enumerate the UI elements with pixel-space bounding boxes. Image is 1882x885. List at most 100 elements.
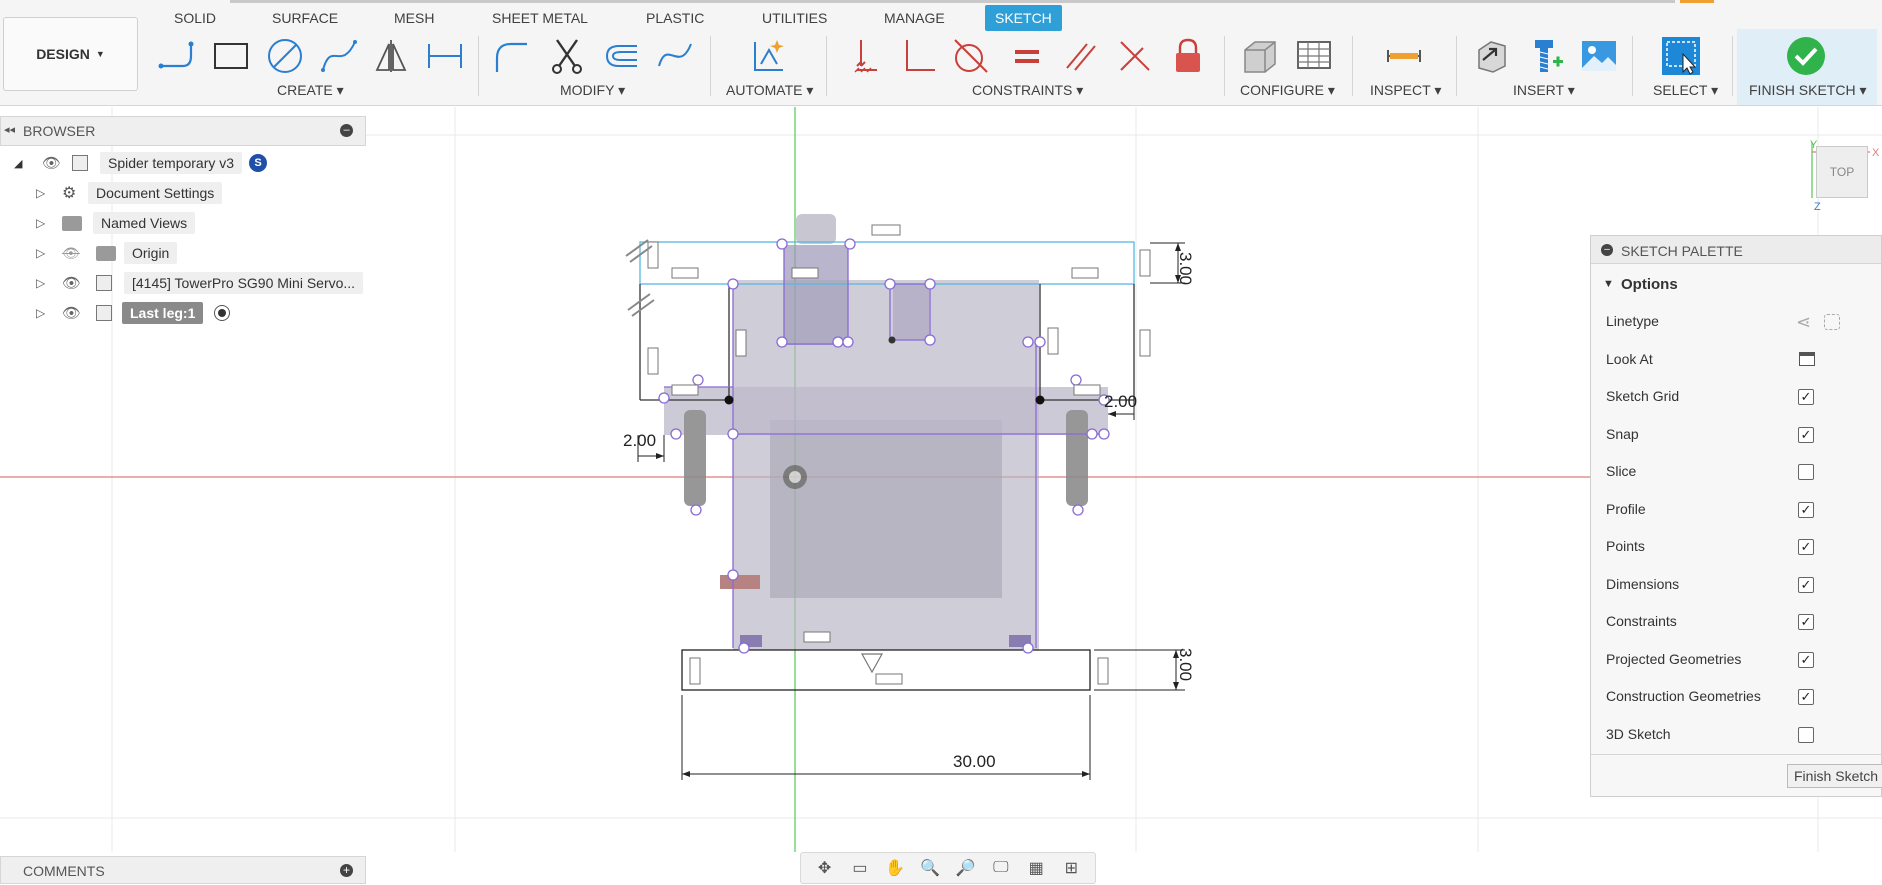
- finish-sketch-button[interactable]: Finish Sketch: [1787, 764, 1882, 788]
- expand-arrow-icon[interactable]: ▷: [36, 186, 45, 200]
- dimension-bottom-height[interactable]: 3.00: [1176, 648, 1195, 681]
- zoom-window-icon[interactable]: 🔎: [953, 857, 979, 879]
- constraints-checkbox[interactable]: ✓: [1798, 614, 1814, 630]
- comments-panel: COMMENTS +: [0, 856, 366, 884]
- insert-menu[interactable]: INSERT ▾: [1513, 82, 1575, 99]
- coincident-constraint-icon[interactable]: [1114, 35, 1156, 77]
- palette-row-projected-geometries: Projected Geometries ✓: [1606, 648, 1866, 672]
- viewports-icon[interactable]: ⊞: [1058, 857, 1084, 879]
- insert-mcmaster-bolt-icon[interactable]: [1524, 35, 1566, 77]
- measure-icon[interactable]: [1383, 35, 1425, 77]
- automate-menu[interactable]: AUTOMATE ▾: [726, 82, 813, 99]
- lock-icon[interactable]: [1167, 35, 1209, 77]
- tab-surface[interactable]: SURFACE: [262, 5, 348, 31]
- display-settings-icon[interactable]: 🖵: [988, 857, 1014, 879]
- perpendicular-constraint-icon[interactable]: [898, 35, 940, 77]
- eye-icon[interactable]: 👁: [62, 274, 81, 292]
- rectangle-tool-icon[interactable]: [210, 35, 252, 77]
- tab-solid[interactable]: SOLID: [164, 5, 226, 31]
- tab-utilities[interactable]: UTILITIES: [752, 5, 837, 31]
- line-tool-icon[interactable]: [156, 35, 198, 77]
- fillet-tool-icon[interactable]: [490, 35, 532, 77]
- circle-tool-icon[interactable]: [264, 35, 306, 77]
- configure-table-icon[interactable]: [1293, 35, 1335, 77]
- palette-minimize-icon[interactable]: –: [1601, 244, 1613, 256]
- expand-arrow-icon[interactable]: ▷: [36, 216, 45, 230]
- workspace-switcher-button[interactable]: DESIGN ▼: [3, 17, 138, 91]
- collapse-panel-icon[interactable]: ◂◂: [4, 123, 15, 136]
- select-window-icon[interactable]: [1660, 35, 1702, 77]
- construction-geometries-checkbox[interactable]: ✓: [1798, 689, 1814, 705]
- view-cube[interactable]: TOP: [1816, 146, 1868, 198]
- expand-triangle-icon[interactable]: ◢: [14, 157, 22, 170]
- expand-arrow-icon[interactable]: ▷: [36, 276, 45, 290]
- collapse-triangle-icon[interactable]: ▼: [1603, 278, 1614, 290]
- palette-row-slice: Slice: [1606, 460, 1866, 484]
- dimension-bottom-width[interactable]: 30.00: [953, 752, 996, 771]
- expand-arrow-icon[interactable]: ▷: [36, 246, 45, 260]
- add-comment-icon[interactable]: +: [340, 864, 353, 877]
- linetype-construction-icon[interactable]: [1824, 314, 1840, 330]
- inspect-menu[interactable]: INSPECT ▾: [1370, 82, 1441, 99]
- insert-derive-icon[interactable]: [1470, 35, 1512, 77]
- tab-manage[interactable]: MANAGE: [874, 5, 955, 31]
- eye-hidden-icon[interactable]: 👁: [62, 245, 80, 262]
- dimensions-checkbox[interactable]: ✓: [1798, 577, 1814, 593]
- fix-constraint-icon[interactable]: [846, 35, 888, 77]
- dimension-left-offset[interactable]: 2.00: [623, 431, 656, 450]
- modify-menu[interactable]: MODIFY ▾: [560, 82, 625, 99]
- select-menu[interactable]: SELECT ▾: [1653, 82, 1718, 99]
- activate-radio-icon[interactable]: [214, 305, 230, 321]
- expand-arrow-icon[interactable]: ▷: [36, 306, 45, 320]
- tab-mesh[interactable]: MESH: [384, 5, 444, 31]
- look-at-icon[interactable]: ▭: [847, 857, 873, 879]
- snap-checkbox[interactable]: ✓: [1798, 427, 1814, 443]
- trim-scissors-icon[interactable]: [546, 35, 588, 77]
- pan-hand-icon[interactable]: ✋: [882, 857, 908, 879]
- mirror-tool-icon[interactable]: [370, 35, 412, 77]
- tab-sheet-metal[interactable]: SHEET METAL: [482, 5, 598, 31]
- create-menu[interactable]: CREATE ▾: [277, 82, 344, 99]
- curve-tool-icon[interactable]: [654, 35, 696, 77]
- tangent-constraint-icon[interactable]: [950, 35, 992, 77]
- palette-row-label: Projected Geometries: [1606, 651, 1742, 667]
- browser-minimize-icon[interactable]: –: [340, 124, 353, 137]
- spline-tool-icon[interactable]: [318, 35, 360, 77]
- configure-box-icon[interactable]: [1238, 35, 1280, 77]
- chevron-down-icon: ▼: [95, 49, 105, 59]
- component-icon: [72, 155, 88, 171]
- finish-sketch-check-icon[interactable]: [1785, 35, 1827, 77]
- palette-row-label: Points: [1606, 538, 1645, 554]
- insert-canvas-image-icon[interactable]: [1578, 35, 1620, 77]
- finish-sketch-menu[interactable]: FINISH SKETCH ▾: [1749, 82, 1866, 99]
- zoom-icon[interactable]: 🔍: [917, 857, 943, 879]
- eye-icon[interactable]: 👁: [42, 154, 61, 172]
- navigation-bar: ✥ ▭ ✋ 🔍 🔎 🖵 ▦ ⊞: [800, 852, 1096, 884]
- orbit-icon[interactable]: ✥: [812, 857, 838, 879]
- equal-constraint-icon[interactable]: [1006, 35, 1048, 77]
- dimension-top-height[interactable]: 3.00: [1176, 252, 1195, 285]
- parallel-constraint-icon[interactable]: [1060, 35, 1102, 77]
- dimension-right-offset[interactable]: 2.00: [1104, 392, 1137, 411]
- constraints-menu[interactable]: CONSTRAINTS ▾: [972, 82, 1083, 99]
- dimension-tool-icon[interactable]: [424, 35, 466, 77]
- tab-plastic[interactable]: PLASTIC: [636, 5, 714, 31]
- grid-settings-icon[interactable]: ▦: [1023, 857, 1049, 879]
- profile-checkbox[interactable]: ✓: [1798, 502, 1814, 518]
- sketch-palette-title: SKETCH PALETTE: [1621, 243, 1743, 259]
- linetype-normal-icon[interactable]: ⋖: [1796, 312, 1811, 333]
- palette-row-linetype: Linetype ⋖: [1606, 310, 1866, 334]
- projected-geometries-checkbox[interactable]: ✓: [1798, 652, 1814, 668]
- eye-icon[interactable]: 👁: [62, 304, 81, 322]
- points-checkbox[interactable]: ✓: [1798, 539, 1814, 555]
- slice-checkbox[interactable]: [1798, 464, 1814, 480]
- sketch-palette-header: – SKETCH PALETTE: [1591, 236, 1881, 264]
- 3d-sketch-checkbox[interactable]: [1798, 727, 1814, 743]
- options-section[interactable]: ▼ Options: [1591, 276, 1678, 293]
- configure-menu[interactable]: CONFIGURE ▾: [1240, 82, 1335, 99]
- tab-sketch[interactable]: SKETCH: [985, 5, 1062, 31]
- automate-icon[interactable]: [748, 35, 790, 77]
- look-at-calendar-icon[interactable]: [1799, 352, 1815, 366]
- offset-tool-icon[interactable]: [600, 35, 642, 77]
- sketch-grid-checkbox[interactable]: ✓: [1798, 389, 1814, 405]
